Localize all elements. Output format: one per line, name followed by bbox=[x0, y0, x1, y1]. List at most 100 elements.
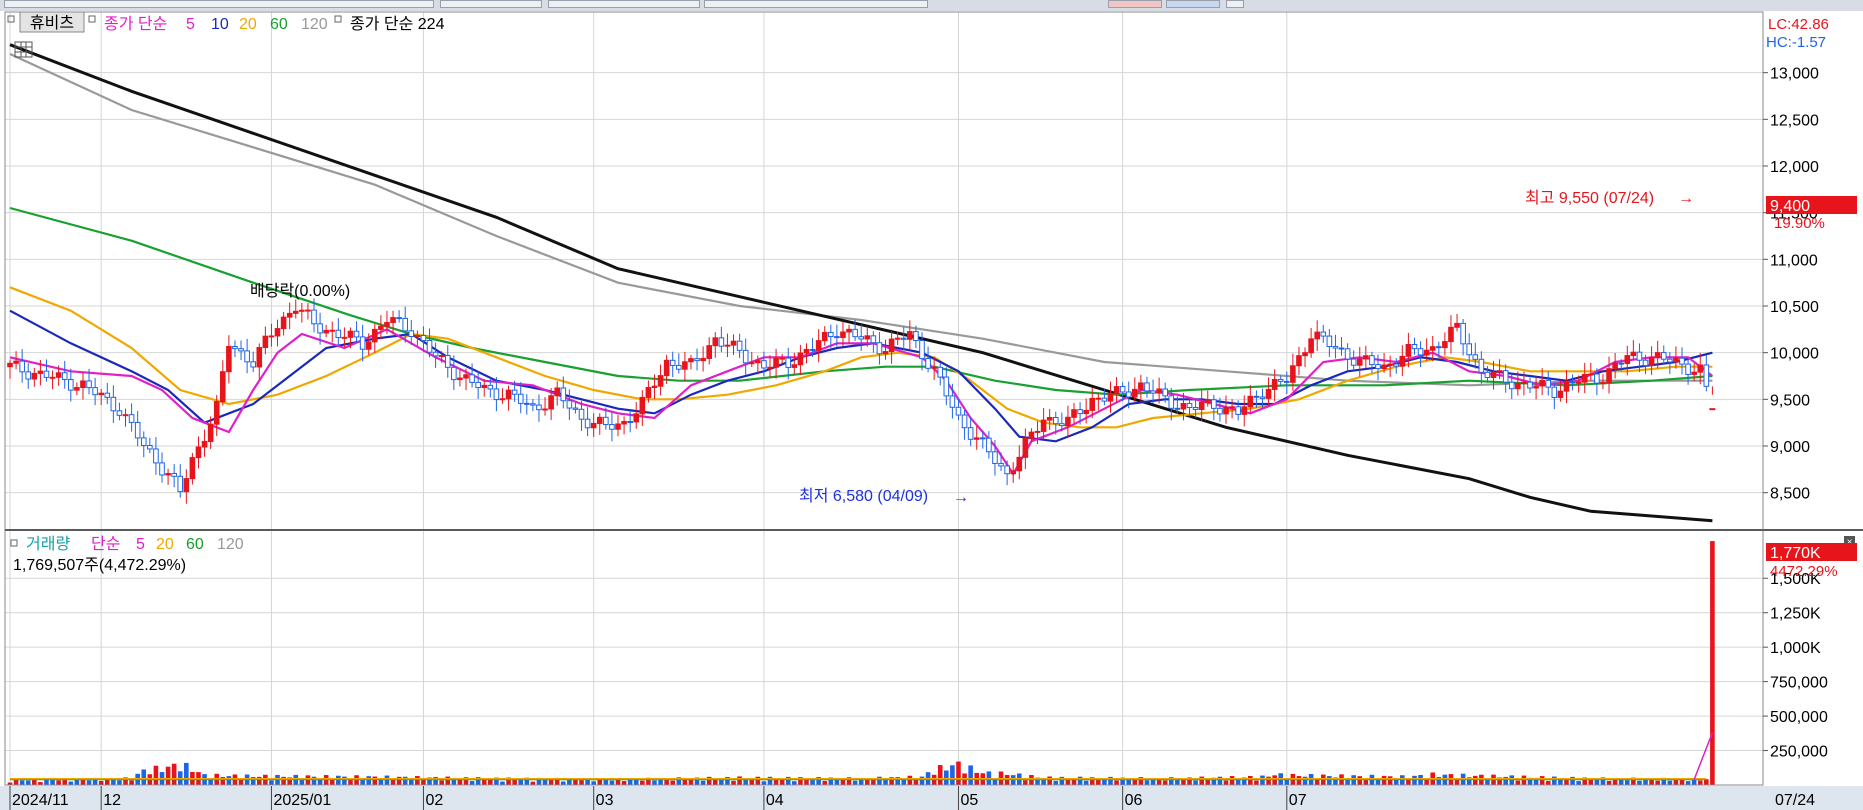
candle-body bbox=[1138, 382, 1144, 390]
toolbar-field[interactable] bbox=[440, 0, 542, 8]
low-arrow-icon: → bbox=[953, 489, 969, 506]
volume-bar bbox=[560, 781, 566, 785]
volume-bar bbox=[530, 781, 536, 785]
toolbar-button[interactable] bbox=[1108, 0, 1162, 8]
ma120-legend[interactable]: 120 bbox=[301, 16, 328, 33]
candle-body bbox=[1284, 380, 1290, 383]
candle-body bbox=[438, 354, 445, 357]
ma-legend-prefix[interactable]: 종가 단순 bbox=[104, 15, 167, 33]
vol-ma120-legend[interactable]: 120 bbox=[217, 536, 244, 553]
volume-bar bbox=[1284, 779, 1290, 785]
volume-bar bbox=[1047, 776, 1052, 785]
volume-bar bbox=[1667, 780, 1673, 785]
stock-chart[interactable]: 휴비츠 종가 단순 5 10 20 60 120 종가 단순 224 거래량 단… bbox=[0, 11, 1863, 810]
candle-body bbox=[663, 359, 670, 377]
candle-body bbox=[986, 437, 992, 453]
candle-body bbox=[1533, 385, 1539, 389]
candle-body bbox=[821, 331, 828, 342]
volume-bar bbox=[1132, 779, 1138, 785]
candle-body bbox=[165, 472, 171, 476]
candle-body bbox=[688, 358, 694, 363]
volume-bar bbox=[1296, 776, 1302, 785]
candle-body bbox=[657, 375, 664, 387]
candle-body bbox=[1545, 379, 1552, 388]
toolbar-button[interactable] bbox=[1166, 0, 1220, 8]
volume-bar bbox=[1637, 780, 1642, 785]
candle-body bbox=[68, 378, 74, 391]
candle-body bbox=[639, 396, 646, 415]
candle-body bbox=[213, 401, 220, 425]
candle-body bbox=[1338, 347, 1345, 350]
candle-body bbox=[183, 478, 190, 493]
vol-ma20-legend[interactable]: 20 bbox=[156, 536, 174, 553]
volume-tick-label: 1,250K bbox=[1770, 606, 1821, 623]
volume-bar bbox=[822, 780, 828, 785]
candle-body bbox=[1356, 358, 1363, 366]
candle-body bbox=[943, 376, 950, 397]
candle-body bbox=[1369, 355, 1375, 366]
candle-body bbox=[292, 310, 299, 314]
toolbar-field[interactable] bbox=[4, 0, 434, 8]
volume-legend-prefix[interactable]: 단순 bbox=[91, 535, 120, 553]
volume-bar bbox=[670, 780, 676, 785]
candle-body bbox=[1442, 341, 1448, 349]
candle-body bbox=[1685, 363, 1691, 375]
candle-body bbox=[755, 360, 761, 364]
time-tick-label: 02 bbox=[425, 792, 443, 809]
volume-bar bbox=[1217, 776, 1223, 785]
candle-body bbox=[268, 335, 275, 338]
candle-body bbox=[1271, 378, 1278, 390]
candle-body bbox=[1016, 456, 1023, 472]
time-tick-label: 03 bbox=[596, 792, 614, 809]
toolbar-field[interactable] bbox=[548, 0, 700, 8]
candle-body bbox=[92, 387, 98, 396]
volume-bar bbox=[1193, 780, 1198, 785]
ma60-legend[interactable]: 60 bbox=[270, 16, 288, 33]
price-tick-label: 10,500 bbox=[1770, 299, 1819, 316]
candle-body bbox=[1436, 346, 1442, 349]
candle-body bbox=[505, 389, 512, 400]
vol-ma5-legend[interactable]: 5 bbox=[136, 536, 145, 553]
candle-body bbox=[894, 337, 901, 340]
current-volume: 1,770K bbox=[1770, 545, 1821, 562]
volume-bar bbox=[968, 765, 973, 785]
volume-bar bbox=[372, 776, 378, 785]
candle-body bbox=[578, 408, 585, 420]
ma20-legend[interactable]: 20 bbox=[239, 16, 257, 33]
ma5-legend[interactable]: 5 bbox=[186, 16, 195, 33]
candle-body bbox=[1253, 395, 1260, 398]
candle-body bbox=[1083, 409, 1089, 415]
volume-bar bbox=[117, 780, 122, 785]
candle-body bbox=[432, 351, 439, 357]
volume-bar bbox=[700, 780, 706, 785]
candle-body bbox=[682, 361, 688, 370]
candle-body bbox=[955, 406, 962, 416]
candle-body bbox=[335, 329, 342, 339]
toolbar-field[interactable] bbox=[704, 0, 928, 8]
candle-body bbox=[487, 384, 494, 390]
toolbar-button[interactable] bbox=[1226, 0, 1244, 8]
volume-legend-title[interactable]: 거래량 bbox=[26, 535, 70, 553]
ma10-legend[interactable]: 10 bbox=[211, 16, 229, 33]
volume-bar bbox=[360, 779, 365, 785]
ma224-legend[interactable]: 종가 단순 224 bbox=[350, 15, 445, 33]
candle-body bbox=[250, 361, 256, 368]
candle-body bbox=[1314, 331, 1321, 340]
candle-body bbox=[262, 335, 269, 349]
candle-body bbox=[1223, 406, 1229, 415]
time-tick-label: 05 bbox=[960, 792, 978, 809]
candle-body bbox=[517, 393, 524, 404]
candle-body bbox=[299, 309, 305, 312]
candle-body bbox=[621, 420, 627, 425]
candle-body bbox=[1387, 363, 1393, 366]
volume-bar bbox=[98, 780, 104, 785]
candle-body bbox=[1296, 355, 1302, 367]
volume-tick-label: 750,000 bbox=[1770, 675, 1828, 692]
candle-body bbox=[1411, 344, 1418, 350]
dividend-annotation: 배당락(0.00%) bbox=[250, 282, 350, 300]
volume-bar bbox=[840, 779, 846, 785]
vol-ma60-legend[interactable]: 60 bbox=[186, 536, 204, 553]
candle-body bbox=[274, 328, 281, 337]
candle-body bbox=[7, 362, 13, 368]
candle-body bbox=[1204, 399, 1211, 403]
